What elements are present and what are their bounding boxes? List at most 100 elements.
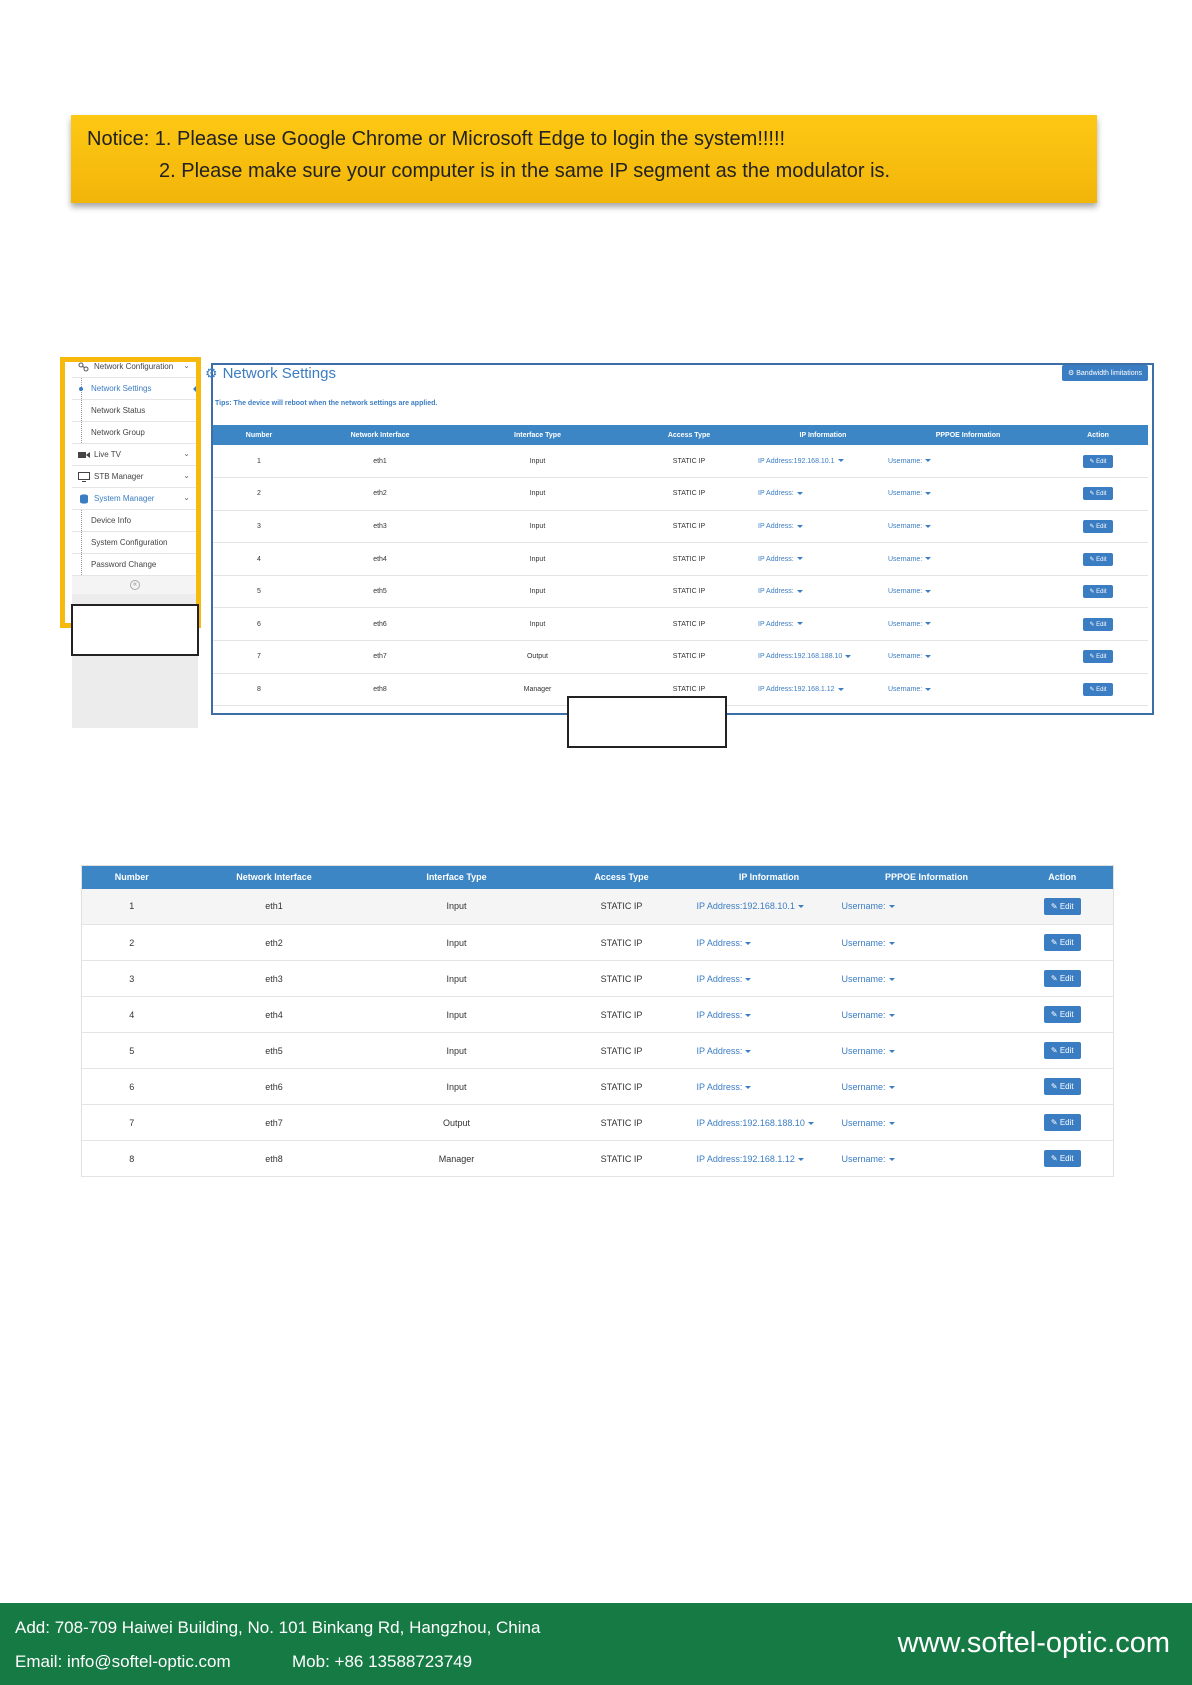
pppoe-information-dropdown[interactable]: Username: xyxy=(888,686,932,693)
ip-information-dropdown[interactable]: IP Address: xyxy=(697,938,752,948)
pppoe-information-dropdown[interactable]: Username: xyxy=(842,1046,895,1056)
ip-information-dropdown[interactable]: IP Address:192.168.1.12 xyxy=(697,1154,804,1164)
edit-button[interactable]: ✎ Edit xyxy=(1083,682,1113,696)
cell-interface-type: Input xyxy=(455,477,620,511)
pppoe-information-dropdown[interactable]: Username: xyxy=(842,974,895,984)
cell-pppoe: Username: xyxy=(888,673,1048,707)
ip-information-dropdown[interactable]: IP Address: xyxy=(758,490,803,497)
ip-information-dropdown[interactable]: IP Address: xyxy=(758,523,803,530)
edit-button[interactable]: ✎ Edit xyxy=(1043,1042,1081,1059)
cell-interface-type: Input xyxy=(366,996,547,1033)
pppoe-information-dropdown[interactable]: Username: xyxy=(888,556,932,563)
edit-icon: ✎ xyxy=(1050,901,1060,911)
caret-down-icon xyxy=(925,524,932,528)
table-header-row: Number Network Interface Interface Type Acc… xyxy=(213,425,1148,445)
edit-button[interactable]: ✎ Edit xyxy=(1043,897,1081,915)
notice-line-2: 2. Please make sure your computer is in … xyxy=(159,160,891,182)
bandwidth-button-label: Bandwidth limitations xyxy=(1076,370,1142,377)
ip-information-dropdown[interactable]: IP Address:192.168.10.1 xyxy=(697,901,804,911)
edit-button[interactable]: ✎ Edit xyxy=(1043,1150,1081,1167)
network-table-large: Number Network Interface Interface Type Acc… xyxy=(81,865,1114,1177)
cell-pppoe: Username: xyxy=(841,996,1012,1033)
ip-information-dropdown[interactable]: IP Address: xyxy=(758,556,803,563)
edit-icon: ✎ xyxy=(1050,1082,1060,1091)
tips-text: Tips: The device will reboot when the ne… xyxy=(215,400,438,407)
ip-information-dropdown-label: IP Address: xyxy=(758,588,794,596)
footer-mobile: Mob: +86 13588723749 xyxy=(292,1652,473,1671)
pppoe-information-dropdown[interactable]: Username: xyxy=(888,588,932,595)
ip-information-dropdown[interactable]: IP Address: xyxy=(697,1082,752,1092)
pppoe-information-dropdown[interactable]: Username: xyxy=(888,457,932,465)
edit-button[interactable]: ✎ Edit xyxy=(1083,585,1113,599)
ip-information-dropdown[interactable]: IP Address: xyxy=(697,974,752,984)
edit-button[interactable]: ✎ Edit xyxy=(1043,970,1081,987)
ip-information-dropdown-label: IP Address:192.168.1.12 xyxy=(696,1153,795,1164)
cell-interface-type: Input xyxy=(455,445,620,479)
network-settings-panel: ⚙ Network Settings ⚙ Bandwidth limitatio… xyxy=(205,363,1154,715)
ip-information-dropdown[interactable]: IP Address:192.168.10.1 xyxy=(758,458,844,465)
edit-button[interactable]: ✎ Edit xyxy=(1083,487,1113,501)
footer-website[interactable]: www.softel-optic.com xyxy=(898,1627,1170,1660)
table-row: 4 eth4 Input STATIC IP IP Address: Username: ✎… xyxy=(81,996,1114,1033)
ip-information-dropdown[interactable]: IP Address: xyxy=(758,588,803,595)
ip-information-dropdown[interactable]: IP Address: xyxy=(758,621,803,628)
cell-ip: IP Address: xyxy=(758,477,888,511)
cell-ip: IP Address: xyxy=(696,1068,842,1105)
pppoe-information-dropdown[interactable]: Username: xyxy=(842,1082,895,1092)
cell-network-interface: eth5 xyxy=(181,1032,367,1069)
ip-information-dropdown[interactable]: IP Address: xyxy=(697,1046,752,1056)
ip-information-dropdown[interactable]: IP Address:192.168.188.10 xyxy=(697,1118,814,1128)
cell-access-type: STATIC IP xyxy=(546,1104,697,1141)
cell-action: ✎ Edit xyxy=(1011,924,1114,961)
edit-button-label: Edit xyxy=(1096,491,1107,498)
cell-access-type: STATIC IP xyxy=(546,924,697,961)
cell-access-type: STATIC IP xyxy=(620,575,758,609)
edit-button[interactable]: ✎ Edit xyxy=(1083,454,1113,468)
cell-interface-type: Manager xyxy=(366,1140,547,1177)
pppoe-information-dropdown[interactable]: Username: xyxy=(888,490,932,497)
table-row: 2 eth2 Input STATIC IP IP Address: Username: ✎… xyxy=(213,477,1148,511)
edit-button[interactable]: ✎ Edit xyxy=(1043,1114,1081,1131)
ip-information-dropdown[interactable]: IP Address: xyxy=(697,1010,752,1020)
pppoe-information-dropdown[interactable]: Username: xyxy=(842,1010,895,1020)
ip-information-dropdown[interactable]: IP Address:192.168.188.10 xyxy=(758,653,852,660)
edit-button[interactable]: ✎ Edit xyxy=(1083,552,1113,566)
edit-button-label: Edit xyxy=(1059,901,1074,911)
cell-interface-type: Input xyxy=(366,960,547,997)
edit-button[interactable]: ✎ Edit xyxy=(1043,934,1081,951)
pppoe-information-dropdown[interactable]: Username: xyxy=(842,1154,895,1164)
table-row: 5 eth5 Input STATIC IP IP Address: Username: ✎… xyxy=(213,575,1148,609)
cell-access-type: STATIC IP xyxy=(620,445,758,479)
caret-down-icon xyxy=(797,905,804,909)
pppoe-information-dropdown[interactable]: Username: xyxy=(888,523,932,530)
pppoe-information-dropdown[interactable]: Username: xyxy=(888,653,932,660)
caret-down-icon xyxy=(745,977,752,981)
cell-interface-type: Input xyxy=(455,607,620,642)
cell-number: 6 xyxy=(81,1068,182,1105)
caret-down-icon xyxy=(925,589,932,593)
ip-information-dropdown[interactable]: IP Address:192.168.1.12 xyxy=(758,686,844,693)
cell-number: 2 xyxy=(213,477,305,511)
edit-button[interactable]: ✎ Edit xyxy=(1083,617,1113,631)
cell-action: ✎ Edit xyxy=(1048,445,1148,479)
caret-down-icon xyxy=(888,977,895,981)
cell-network-interface: eth4 xyxy=(305,542,455,576)
pppoe-information-dropdown-label: Username: xyxy=(888,457,923,465)
notice-banner: Notice: 1. Please use Google Chrome or M… xyxy=(71,115,1097,203)
edit-button[interactable]: ✎ Edit xyxy=(1043,1006,1081,1023)
ip-information-dropdown-label: IP Address:192.168.1.12 xyxy=(758,685,835,693)
cell-action: ✎ Edit xyxy=(1011,960,1114,997)
pppoe-information-dropdown[interactable]: Username: xyxy=(842,901,895,911)
edit-button[interactable]: ✎ Edit xyxy=(1083,650,1113,664)
edit-button[interactable]: ✎ Edit xyxy=(1043,1078,1081,1095)
pppoe-information-dropdown[interactable]: Username: xyxy=(842,938,895,948)
cell-interface-type: Input xyxy=(366,888,547,925)
cell-number: 3 xyxy=(213,510,305,544)
highlight-frame xyxy=(60,357,201,628)
pppoe-information-dropdown[interactable]: Username: xyxy=(842,1118,895,1128)
edit-button[interactable]: ✎ Edit xyxy=(1083,519,1113,533)
bandwidth-limitations-button[interactable]: ⚙ Bandwidth limitations xyxy=(1062,365,1148,381)
pppoe-information-dropdown[interactable]: Username: xyxy=(888,621,932,628)
callout-box xyxy=(71,604,199,656)
edit-icon: ✎ xyxy=(1050,1010,1060,1019)
